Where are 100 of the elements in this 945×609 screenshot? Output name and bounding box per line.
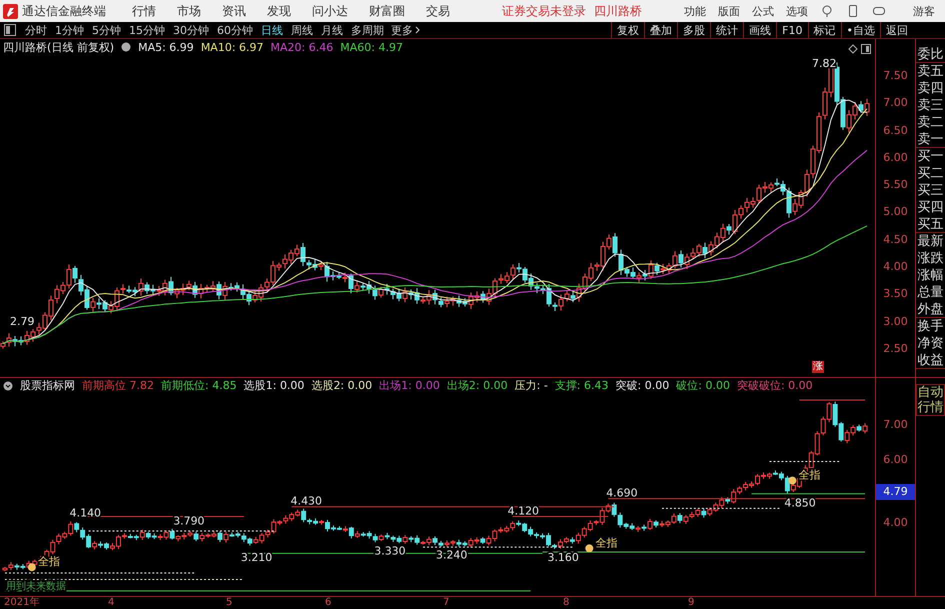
chart-title: 四川路桥(日线 前复权)	[3, 40, 114, 54]
toolbar-button[interactable]: 标记	[808, 22, 840, 38]
quote-field-label[interactable]: 卖三	[916, 97, 945, 114]
price-axis-label: 4.00	[882, 259, 909, 276]
indicator-value: 压力: -	[514, 378, 548, 394]
indicator-value: 前期低位: 4.85	[161, 378, 237, 394]
quote-field-label[interactable]: 卖五	[916, 63, 945, 80]
quote-field-label[interactable]: 买三	[916, 182, 945, 199]
level-line	[798, 399, 866, 400]
price-axis-label: 7.00	[882, 417, 909, 433]
period-tab[interactable]: 多周期	[347, 22, 388, 38]
ma-legend: MA5: 6.99	[138, 40, 194, 54]
quote-field-label[interactable]: 买五	[916, 216, 945, 233]
menu-item[interactable]: 发现	[267, 2, 291, 20]
toolbar-button[interactable]: 统计	[710, 22, 744, 38]
price-axis-label: 7.00	[882, 95, 909, 112]
period-tab[interactable]: 30分钟	[169, 22, 213, 38]
toolbar-button[interactable]: F10	[776, 22, 808, 38]
period-tab[interactable]: 60分钟	[213, 22, 257, 38]
quote-field-label[interactable]: 净资	[916, 335, 945, 352]
indicator-title: 股票指标网	[20, 378, 75, 394]
period-tab[interactable]: 日线	[257, 22, 287, 38]
quote-field-label[interactable]: 总量	[916, 284, 945, 301]
menu-item[interactable]: 公式	[752, 4, 774, 18]
quote-field-label[interactable]: 涨跌	[916, 250, 945, 267]
quote-field-label[interactable]: 卖二	[916, 114, 945, 131]
quote-field-label[interactable]: 买二	[916, 165, 945, 182]
window-icon[interactable]	[861, 44, 871, 54]
period-tab[interactable]: 月线	[317, 22, 347, 38]
indicator-value: 选股1: 0.00	[244, 378, 304, 394]
low-price-label: 2.79	[10, 315, 34, 328]
menu-item[interactable]: 版面	[718, 4, 740, 18]
price-axis-label: 4.79	[876, 484, 915, 500]
menu-item[interactable]: 功能	[684, 4, 706, 18]
price-label: 3.790	[173, 514, 205, 528]
signal-badge: 涨	[812, 361, 824, 373]
period-tab[interactable]: 周线	[287, 22, 317, 38]
menu-item[interactable]: 行情	[132, 2, 156, 20]
diamond-icon[interactable]	[848, 44, 858, 54]
price-axis-label: 5.00	[882, 204, 909, 220]
indicator-value: 支撑: 6.43	[554, 378, 609, 394]
price-axis-label: 7.50	[882, 68, 909, 84]
menu-item[interactable]: 选项	[786, 4, 808, 18]
menu-item[interactable]: 资讯	[222, 2, 246, 20]
phone-icon[interactable]	[846, 4, 860, 18]
date-axis-label: 9	[688, 597, 694, 609]
price-axis-label: 6.50	[882, 122, 909, 139]
menu-item[interactable]: 市场	[177, 2, 201, 20]
price-axis-label: 6.00	[882, 150, 909, 166]
date-axis-label: 6	[325, 597, 332, 609]
ma-legend: MA60: 4.97	[340, 40, 403, 54]
toolbar-button[interactable]: 返回	[880, 22, 913, 38]
future-data-note: 用到未来数据	[6, 581, 66, 592]
price-axis-label: 5.50	[882, 177, 909, 194]
user-label[interactable]: 游客	[913, 4, 935, 18]
price-label: 4.140	[70, 506, 101, 520]
quote-field-label[interactable]: 换手	[916, 318, 945, 335]
indicator-value: 出场1: 0.00	[379, 378, 440, 394]
period-tab[interactable]: 5分钟	[88, 22, 125, 38]
toolbar-button[interactable]: 多股	[677, 22, 710, 38]
high-price-label: 7.82	[812, 57, 836, 70]
quote-field-label[interactable]: 最新	[916, 233, 945, 250]
quote-field-label[interactable]: 外盘	[916, 301, 945, 318]
stock-name: 四川路桥	[594, 2, 642, 20]
menu-item[interactable]: 交易	[426, 2, 450, 20]
toolbar-button[interactable]: •自选	[840, 22, 880, 38]
price-axis-label: 3.00	[882, 314, 909, 330]
toolbar-button[interactable]: 画线	[743, 22, 776, 38]
price-label: 4.120	[508, 504, 539, 518]
quote-field-label[interactable]: 卖一	[916, 131, 945, 148]
quote-field-label[interactable]: 委比	[916, 46, 945, 63]
toolbar-button[interactable]: 叠加	[644, 22, 678, 38]
price-label: 4.430	[290, 494, 322, 508]
dropdown-icon[interactable]	[3, 380, 13, 391]
period-tab[interactable]: 1分钟	[51, 22, 88, 38]
login-status[interactable]: 证券交易未登录	[502, 2, 586, 20]
auto-quote-button[interactable]: 自动行情	[916, 384, 945, 416]
quote-field-label[interactable]: 收益	[916, 352, 945, 369]
app-title: 通达信金融终端	[22, 2, 106, 20]
period-tab[interactable]: 分时	[21, 22, 51, 38]
more-button[interactable]: 更多	[388, 22, 423, 38]
period-tab[interactable]: 15分钟	[125, 22, 169, 38]
price-label: 4.850	[784, 496, 816, 510]
price-axis-label: 4.50	[882, 232, 909, 248]
date-axis-label: 2021年	[4, 597, 40, 609]
toolbar-button[interactable]: 复权	[611, 22, 644, 38]
ma-legend: MA20: 6.46	[270, 40, 334, 54]
quote-field-label[interactable]: 涨幅	[916, 267, 945, 284]
price-axis-label: 3.50	[882, 286, 909, 302]
price-label: 3.160	[548, 551, 579, 564]
panel-toggle-icon[interactable]	[4, 24, 16, 36]
menu-item[interactable]: 问小达	[312, 2, 348, 20]
price-axis-label: 4.00	[882, 515, 909, 531]
menu-item[interactable]: 财富圈	[369, 2, 405, 20]
quote-field-label[interactable]: 卖四	[916, 80, 945, 97]
date-axis-label: 5	[226, 597, 232, 609]
quote-field-label[interactable]: 买一	[916, 148, 945, 165]
quote-field-label[interactable]: 买四	[916, 199, 945, 216]
indicator-value: 破位: 0.00	[676, 378, 730, 394]
app-logo-icon	[3, 4, 18, 18]
